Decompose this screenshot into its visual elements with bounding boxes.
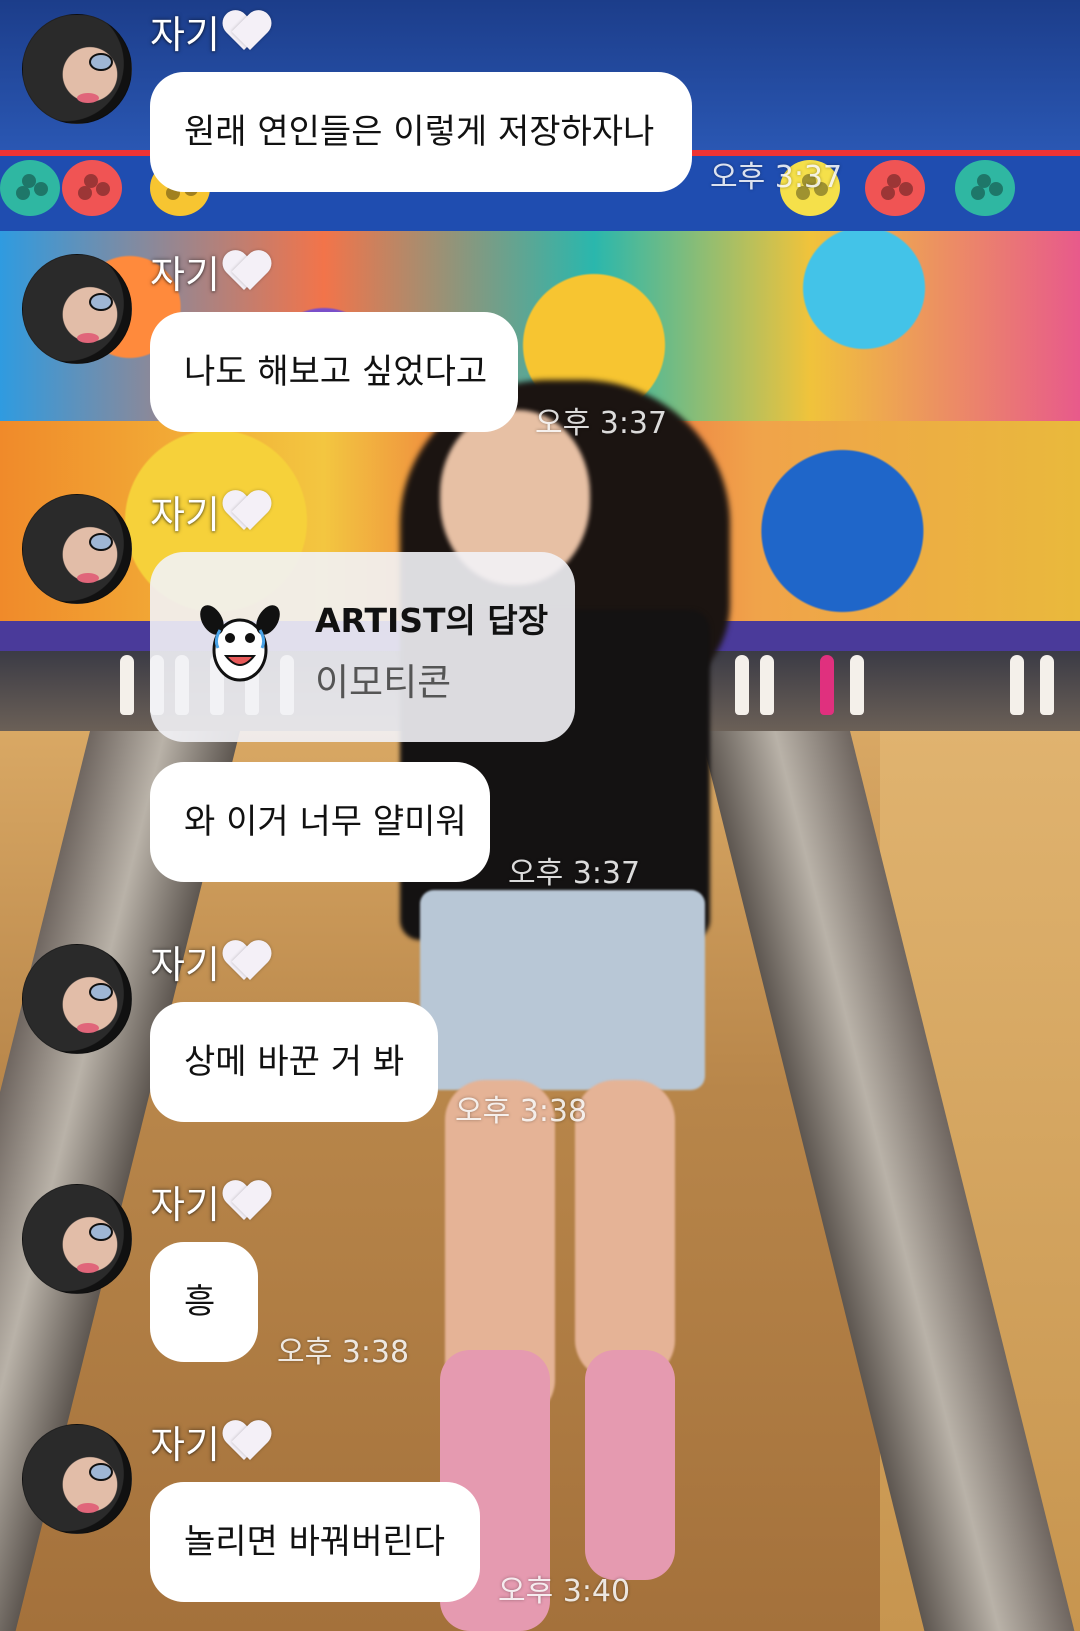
mural-ball <box>865 160 925 216</box>
mural-ball <box>0 160 60 216</box>
avatar-eye <box>89 1223 113 1241</box>
sender-name: 자기 <box>150 1422 270 1464</box>
message-time: 오후 3:40 <box>498 1574 631 1609</box>
avatar-eye <box>89 983 113 1001</box>
chat-bubble[interactable]: 나도 해보고 싶었다고 <box>150 312 518 432</box>
mural-ball <box>955 160 1015 216</box>
bowling-pin <box>1010 655 1024 715</box>
white-heart-icon <box>224 1182 270 1224</box>
message-time: 오후 3:37 <box>535 406 668 441</box>
avatar-eye <box>89 293 113 311</box>
message-text: 나도 해보고 싶었다고 <box>184 352 488 392</box>
chat-bubble[interactable]: 놀리면 바꿔버린다 <box>150 1482 480 1602</box>
sender-avatar[interactable] <box>22 14 132 124</box>
bowling-pin <box>820 655 834 715</box>
white-heart-icon <box>224 252 270 294</box>
sender-name-text: 자기 <box>150 1423 220 1467</box>
chat-bubble[interactable]: 상메 바꾼 거 봐 <box>150 1002 438 1122</box>
chat-bubble[interactable]: 와 이거 너무 얄미워 <box>150 762 490 882</box>
person-denim-shorts <box>420 890 705 1090</box>
message-text: 와 이거 너무 얄미워 <box>184 802 467 842</box>
message-text: 흥 <box>184 1282 216 1322</box>
sender-name: 자기 <box>150 1182 270 1224</box>
sender-avatar[interactable] <box>22 254 132 364</box>
bowling-pin <box>760 655 774 715</box>
avatar-lip <box>77 1263 99 1273</box>
avatar-eye <box>89 53 113 71</box>
sender-name-text: 자기 <box>150 1183 220 1227</box>
sender-name: 자기 <box>150 252 270 294</box>
bowling-pin <box>735 655 749 715</box>
sender-name: 자기 <box>150 12 270 54</box>
message-text: 상메 바꾼 거 봐 <box>184 1042 405 1082</box>
sender-name-text: 자기 <box>150 493 220 537</box>
avatar-lip <box>77 1023 99 1033</box>
avatar-eye <box>89 533 113 551</box>
sender-avatar[interactable] <box>22 1184 132 1294</box>
reply-header: ARTIST의 답장 <box>315 601 549 640</box>
sender-avatar[interactable] <box>22 494 132 604</box>
chat-bubble[interactable]: 흥 <box>150 1242 258 1362</box>
reply-body: 이모티콘 <box>315 661 452 704</box>
avatar-lip <box>77 1503 99 1513</box>
white-heart-icon <box>224 942 270 984</box>
sender-name: 자기 <box>150 492 270 534</box>
avatar-lip <box>77 333 99 343</box>
avatar-eye <box>89 1463 113 1481</box>
message-text: 놀리면 바꿔버린다 <box>184 1522 446 1562</box>
cartoon-dog-sticker-icon <box>200 605 280 682</box>
message-time: 오후 3:37 <box>710 160 843 195</box>
white-heart-icon <box>224 1422 270 1464</box>
sender-avatar[interactable] <box>22 1424 132 1534</box>
sender-avatar[interactable] <box>22 944 132 1054</box>
bowling-pin <box>850 655 864 715</box>
person-right-leg <box>575 1080 675 1380</box>
bowling-pin <box>1040 655 1054 715</box>
message-text: 원래 연인들은 이렇게 저장하자나 <box>184 112 655 152</box>
bowling-pin <box>120 655 134 715</box>
avatar-lip <box>77 93 99 103</box>
chat-bubble[interactable]: 원래 연인들은 이렇게 저장하자나 <box>150 72 692 192</box>
mural-ball <box>62 160 122 216</box>
reply-quote[interactable]: ARTIST의 답장 이모티콘 <box>150 552 575 742</box>
white-heart-icon <box>224 492 270 534</box>
avatar-lip <box>77 573 99 583</box>
message-time: 오후 3:38 <box>277 1335 410 1370</box>
sender-name-text: 자기 <box>150 943 220 987</box>
sender-name-text: 자기 <box>150 13 220 57</box>
message-time: 오후 3:38 <box>455 1094 588 1129</box>
white-heart-icon <box>224 12 270 54</box>
sender-name-text: 자기 <box>150 253 220 297</box>
sender-name: 자기 <box>150 942 270 984</box>
pink-sock-right <box>585 1350 675 1580</box>
message-time: 오후 3:37 <box>508 856 641 891</box>
